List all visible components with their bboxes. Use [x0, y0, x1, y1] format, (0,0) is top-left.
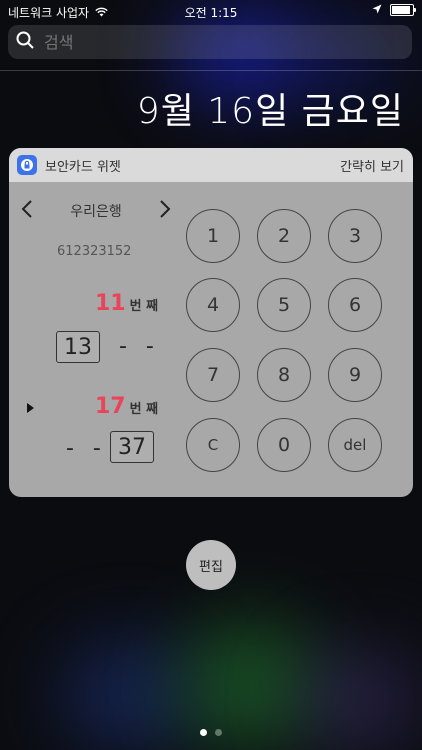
first-index-number: 11 — [95, 291, 126, 316]
page-dot-1[interactable] — [200, 729, 207, 736]
first-code-missing: - - — [119, 334, 160, 359]
key-1[interactable]: 1 — [186, 209, 240, 263]
first-index-label: 번 째 — [129, 299, 159, 314]
key-delete[interactable]: del — [328, 418, 382, 472]
page-dots — [0, 729, 422, 736]
second-index: 17 번 째 — [95, 394, 158, 419]
key-5[interactable]: 5 — [257, 278, 311, 332]
search-bar[interactable] — [8, 25, 412, 59]
divider — [0, 70, 422, 71]
security-card-widget: 보안카드 위젯 간략히 보기 우리은행 612323152 11 번 째 13 … — [9, 148, 413, 497]
bank-selector: 우리은행 — [21, 200, 171, 222]
key-3[interactable]: 3 — [328, 209, 382, 263]
date-heading: 9월 16일 금요일 — [136, 91, 404, 132]
second-code-missing: - - — [66, 436, 107, 461]
status-time: 오전 1:15 — [184, 6, 238, 20]
key-2[interactable]: 2 — [257, 209, 311, 263]
page-dot-2[interactable] — [215, 729, 222, 736]
key-clear[interactable]: C — [186, 418, 240, 472]
key-8[interactable]: 8 — [257, 348, 311, 402]
widget-header: 보안카드 위젯 간략히 보기 — [9, 148, 413, 182]
key-7[interactable]: 7 — [186, 348, 240, 402]
second-index-label: 번 째 — [129, 402, 159, 417]
chevron-left-icon[interactable] — [21, 200, 33, 222]
key-6[interactable]: 6 — [328, 278, 382, 332]
second-index-number: 17 — [95, 394, 126, 419]
key-9[interactable]: 9 — [328, 348, 382, 402]
first-index: 11 번 째 — [95, 291, 158, 316]
widget-title: 보안카드 위젯 — [45, 159, 121, 175]
key-0[interactable]: 0 — [257, 418, 311, 472]
play-indicator-icon — [27, 403, 34, 413]
bank-name: 우리은행 — [70, 204, 122, 220]
search-input[interactable] — [42, 31, 386, 53]
search-icon — [16, 31, 34, 53]
show-less-button[interactable]: 간략히 보기 — [340, 156, 404, 175]
location-arrow-icon — [372, 3, 382, 17]
account-number: 612323152 — [57, 244, 132, 259]
battery-icon — [390, 4, 416, 16]
chevron-right-icon[interactable] — [159, 200, 171, 222]
status-bar: 네트워크 사업자 오전 1:15 — [0, 0, 422, 22]
first-code-box: 13 — [56, 331, 100, 363]
key-4[interactable]: 4 — [186, 278, 240, 332]
second-code-box: 37 — [110, 431, 154, 463]
edit-button[interactable]: 편집 — [186, 540, 236, 590]
lock-icon — [17, 155, 37, 175]
